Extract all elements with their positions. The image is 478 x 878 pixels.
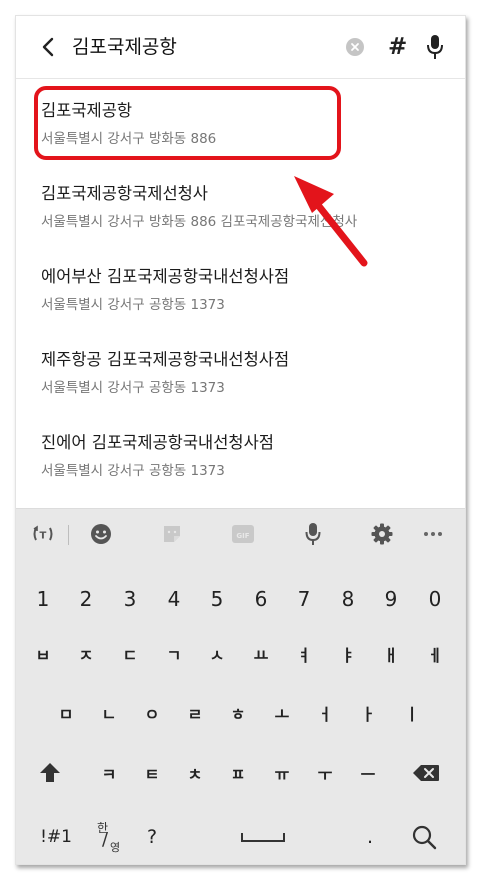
- key-jieut[interactable]: ㅈ: [66, 634, 106, 674]
- key-5[interactable]: 5: [197, 579, 237, 619]
- list-item[interactable]: 제주항공 김포국제공항국내선청사점 서울특별시 강서구 공항동 1373: [16, 328, 465, 411]
- key-2[interactable]: 2: [66, 579, 106, 619]
- microphone-icon: [427, 35, 443, 59]
- language-switch-key[interactable]: 한 / 영: [90, 817, 130, 857]
- key-eu[interactable]: ㅡ: [348, 753, 388, 793]
- key-eo[interactable]: ㅓ: [305, 693, 345, 733]
- key-6[interactable]: 6: [241, 579, 281, 619]
- key-i[interactable]: ㅣ: [392, 693, 432, 733]
- key-ya[interactable]: ㅑ: [328, 634, 368, 674]
- consonant-vowel-row-1: ㅂ ㅈ ㄷ ㄱ ㅅ ㅛ ㅕ ㅑ ㅐ ㅔ: [16, 634, 465, 674]
- list-item[interactable]: 김포국제공항 서울특별시 강서구 방화동 886: [16, 79, 465, 162]
- keyboard-toolbar: T GIF: [16, 509, 465, 559]
- key-kieuk[interactable]: ㅋ: [89, 753, 129, 793]
- search-icon: [412, 825, 437, 850]
- backspace-icon: [413, 765, 439, 781]
- key-bieup[interactable]: ㅂ: [23, 634, 63, 674]
- result-title: 제주항공 김포국제공항국내선청사점: [41, 350, 290, 369]
- list-item[interactable]: 에어부산 김포국제공항국내선청사점 서울특별시 강서구 공항동 1373: [16, 245, 465, 328]
- result-address: 서울특별시 강서구 공항동 1373: [41, 297, 225, 313]
- key-siot[interactable]: ㅅ: [197, 634, 237, 674]
- period-key[interactable]: .: [350, 817, 390, 857]
- gear-icon[interactable]: [369, 521, 395, 547]
- list-item[interactable]: 김포국제공항국제선청사 서울특별시 강서구 방화동 886 김포국제공항국제선청…: [16, 162, 465, 245]
- result-title: 에어부산 김포국제공항국내선청사점: [41, 267, 290, 286]
- search-results-list: 김포국제공항 서울특별시 강서구 방화동 886 김포국제공항국제선청사 서울특…: [16, 79, 465, 494]
- key-yeo[interactable]: ㅕ: [284, 634, 324, 674]
- key-rieul[interactable]: ㄹ: [175, 693, 215, 733]
- hashtag-button[interactable]: #: [388, 32, 407, 62]
- key-mieum[interactable]: ㅁ: [46, 693, 86, 733]
- key-a[interactable]: ㅏ: [348, 693, 388, 733]
- key-nieun[interactable]: ㄴ: [89, 693, 129, 733]
- sticker-icon[interactable]: [159, 521, 185, 547]
- number-row: 1 2 3 4 5 6 7 8 9 0: [16, 579, 465, 619]
- space-icon: [241, 833, 285, 842]
- key-digeut[interactable]: ㄷ: [110, 634, 150, 674]
- shift-key[interactable]: [30, 753, 70, 793]
- result-address: 서울특별시 강서구 방화동 886 김포국제공항국제선청사: [41, 214, 358, 230]
- key-hieut[interactable]: ㅎ: [218, 693, 258, 733]
- key-0[interactable]: 0: [415, 579, 455, 619]
- translate-icon[interactable]: T: [30, 521, 56, 547]
- shift-icon: [40, 763, 60, 782]
- question-key[interactable]: ?: [132, 817, 172, 857]
- han-yeong-label: 한 / 영: [95, 819, 125, 855]
- key-1[interactable]: 1: [23, 579, 63, 619]
- bottom-row: !#1 한 / 영 ? .: [16, 817, 465, 857]
- gif-label: GIF: [236, 532, 249, 540]
- key-giyeok[interactable]: ㄱ: [154, 634, 194, 674]
- key-chieut[interactable]: ㅊ: [175, 753, 215, 793]
- symbols-key[interactable]: !#1: [34, 817, 78, 857]
- key-pieup[interactable]: ㅍ: [218, 753, 258, 793]
- keyboard: T GIF 1 2 3 4 5 6 7 8 9 0 ㅂ ㅈ ㄷ ㄱ ㅅ ㅛ ㅕ …: [16, 508, 465, 864]
- back-arrow-icon: [42, 37, 54, 57]
- key-e[interactable]: ㅔ: [415, 634, 455, 674]
- result-title: 김포국제공항국제선청사: [41, 184, 208, 203]
- consonant-vowel-row-2: ㅁ ㄴ ㅇ ㄹ ㅎ ㅗ ㅓ ㅏ ㅣ: [16, 693, 465, 733]
- lang-eng: 영: [110, 841, 121, 854]
- key-u[interactable]: ㅜ: [305, 753, 345, 793]
- key-3[interactable]: 3: [110, 579, 150, 619]
- svg-text:T: T: [40, 531, 47, 542]
- result-title: 김포국제공항: [41, 101, 133, 120]
- key-tieut[interactable]: ㅌ: [132, 753, 172, 793]
- lang-slash: /: [102, 829, 109, 850]
- backspace-key[interactable]: [406, 753, 446, 793]
- key-yu[interactable]: ㅠ: [262, 753, 302, 793]
- toolbar-divider: [68, 525, 69, 545]
- more-icon[interactable]: [420, 521, 446, 547]
- key-ieung[interactable]: ㅇ: [132, 693, 172, 733]
- key-9[interactable]: 9: [371, 579, 411, 619]
- phone-screen: 김포국제공항 # 김포국제공항 서울특별시 강서구 방화동 886 김포국제공항…: [15, 15, 466, 865]
- search-bar: 김포국제공항 #: [16, 16, 465, 79]
- key-ae[interactable]: ㅐ: [371, 634, 411, 674]
- back-button[interactable]: [38, 33, 58, 61]
- close-icon: [351, 43, 359, 51]
- result-address: 서울특별시 강서구 공항동 1373: [41, 380, 225, 396]
- key-8[interactable]: 8: [328, 579, 368, 619]
- result-title: 진에어 김포국제공항국내선청사점: [41, 433, 274, 452]
- result-address: 서울특별시 강서구 공항동 1373: [41, 463, 225, 479]
- voice-search-button[interactable]: [426, 34, 444, 64]
- space-key[interactable]: [218, 817, 308, 857]
- emoji-icon[interactable]: [88, 521, 114, 547]
- key-4[interactable]: 4: [154, 579, 194, 619]
- clear-search-button[interactable]: [346, 38, 364, 56]
- search-key[interactable]: [404, 817, 444, 857]
- consonant-vowel-row-3: ㅋ ㅌ ㅊ ㅍ ㅠ ㅜ ㅡ: [16, 753, 465, 793]
- search-input[interactable]: 김포국제공항: [72, 32, 177, 62]
- microphone-icon[interactable]: [300, 521, 326, 547]
- gif-icon[interactable]: GIF: [230, 521, 256, 547]
- key-7[interactable]: 7: [284, 579, 324, 619]
- result-address: 서울특별시 강서구 방화동 886: [41, 131, 217, 147]
- key-o[interactable]: ㅗ: [262, 693, 302, 733]
- key-yo[interactable]: ㅛ: [241, 634, 281, 674]
- list-item[interactable]: 진에어 김포국제공항국내선청사점 서울특별시 강서구 공항동 1373: [16, 411, 465, 494]
